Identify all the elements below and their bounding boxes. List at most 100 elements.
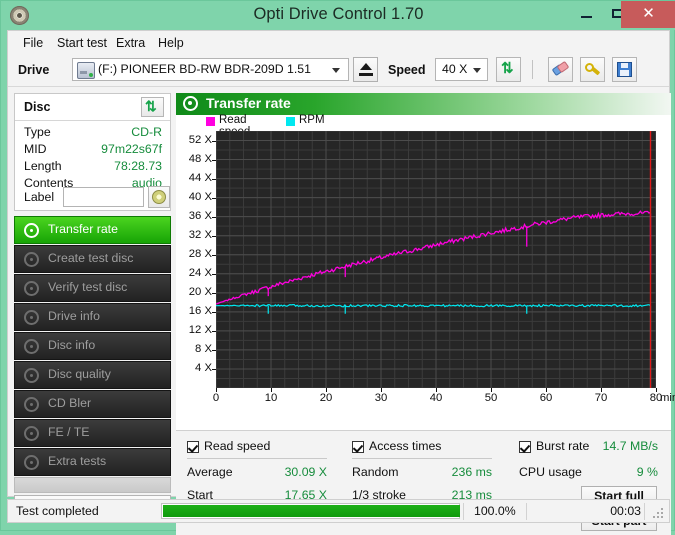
disc-panel-title: Disc xyxy=(24,100,50,114)
drive-select[interactable]: (F:) PIONEER BD-RW BDR-209D 1.51 xyxy=(72,58,349,81)
x-tick xyxy=(326,388,327,392)
disc-icon xyxy=(24,223,39,238)
x-tick xyxy=(271,388,272,392)
tools-button[interactable] xyxy=(580,57,605,82)
disc-refresh-button[interactable]: ⇅ xyxy=(141,97,164,117)
disc-icon xyxy=(24,339,39,354)
disc-row: Length 78:28.73 xyxy=(15,159,170,176)
disc-row: Type CD-R xyxy=(15,125,170,142)
client-area: File Start test Extra Help Drive (F:) PI… xyxy=(7,30,670,497)
random-value: 236 ms xyxy=(422,465,492,479)
chevron-down-icon xyxy=(332,68,340,73)
disc-type-value: CD-R xyxy=(131,125,162,139)
application-window: Opti Drive Control 1.70 ✕ File Start tes… xyxy=(0,0,675,531)
sidebar-item-transfer-rate[interactable]: Transfer rate xyxy=(14,216,171,244)
disc-row: MID 97m22s67f xyxy=(15,142,170,159)
disc-type-label: Type xyxy=(24,125,51,139)
close-button[interactable]: ✕ xyxy=(621,1,675,28)
access-times-checkbox[interactable] xyxy=(352,441,364,453)
x-tick-label: 40 xyxy=(416,392,456,404)
disc-icon xyxy=(24,455,39,470)
eject-button[interactable] xyxy=(353,57,378,82)
sidebar-item-fe-te[interactable]: FE / TE xyxy=(14,419,171,447)
chart-body: Read speed RPM 4 X8 X12 X16 X20 X24 X28 … xyxy=(176,115,671,430)
disc-icon xyxy=(24,252,39,267)
y-tick-label: 28 X xyxy=(189,248,212,260)
x-tick-label: 20 xyxy=(306,392,346,404)
sidebar-item-drive-info[interactable]: Drive info xyxy=(14,303,171,331)
access-times-checkbox-label: Access times xyxy=(369,439,441,453)
disc-icon xyxy=(24,397,39,412)
legend-label-rpm: RPM xyxy=(299,114,325,126)
drive-label: Drive xyxy=(18,63,49,77)
disc-icon xyxy=(24,368,39,383)
status-separator xyxy=(526,503,527,520)
status-separator xyxy=(644,503,645,520)
disc-label-button[interactable] xyxy=(148,186,170,208)
title-bar: Opti Drive Control 1.70 ✕ xyxy=(1,1,675,30)
menu-item-start-test[interactable]: Start test xyxy=(52,35,112,51)
erase-button[interactable] xyxy=(548,57,573,82)
read-speed-checkbox[interactable] xyxy=(187,441,199,453)
x-tick-label: 30 xyxy=(361,392,401,404)
sidebar-item-label: Drive info xyxy=(48,309,100,323)
menu-item-help[interactable]: Help xyxy=(153,35,189,51)
read-speed-checkbox-label: Read speed xyxy=(204,439,270,453)
cpu-usage-label: CPU usage xyxy=(519,465,582,479)
x-tick xyxy=(546,388,547,392)
chart-header: Transfer rate xyxy=(176,93,671,115)
status-separator xyxy=(463,503,464,520)
disc-label-row: Label xyxy=(15,186,170,212)
status-text: Test completed xyxy=(16,504,99,518)
menu-item-file[interactable]: File xyxy=(18,35,48,51)
sidebar-item-create-test-disc[interactable]: Create test disc xyxy=(14,245,171,273)
y-tick-label: 20 X xyxy=(189,286,212,298)
y-tick-label: 44 X xyxy=(189,172,212,184)
sidebar-item-label: Create test disc xyxy=(48,251,133,265)
sidebar-item-disc-info[interactable]: Disc info xyxy=(14,332,171,360)
menu-item-extra[interactable]: Extra xyxy=(111,35,150,51)
y-tick-label: 48 X xyxy=(189,153,212,165)
save-icon xyxy=(617,62,632,77)
sidebar-item-verify-test-disc[interactable]: Verify test disc xyxy=(14,274,171,302)
nav-filler xyxy=(14,477,171,493)
average-value: 30.09 X xyxy=(257,465,327,479)
disc-icon xyxy=(24,281,39,296)
x-tick-label: 0 xyxy=(196,392,236,404)
save-button[interactable] xyxy=(612,57,637,82)
disc-label-icon xyxy=(152,190,166,204)
y-tick-label: 36 X xyxy=(189,210,212,222)
sidebar: Disc ⇅ Type CD-R MID 97m22s67f Length 78… xyxy=(14,93,171,535)
sidebar-item-disc-quality[interactable]: Disc quality xyxy=(14,361,171,389)
nav-list: Transfer rate Create test disc Verify te… xyxy=(14,216,171,519)
toolbar-separator xyxy=(532,60,533,79)
x-tick xyxy=(601,388,602,392)
sidebar-item-label: CD Bler xyxy=(48,396,91,410)
minimize-button[interactable] xyxy=(572,1,602,28)
x-tick-label: 70 xyxy=(581,392,621,404)
speed-label: Speed xyxy=(388,63,426,77)
speed-select[interactable]: 40 X xyxy=(435,58,488,81)
cpu-usage-value: 9 % xyxy=(580,465,658,479)
resize-grip-icon[interactable] xyxy=(653,508,664,519)
disc-mid-label: MID xyxy=(24,142,47,156)
refresh-button[interactable]: ⇅ xyxy=(496,57,521,82)
x-tick xyxy=(656,388,657,392)
sidebar-item-cd-bler[interactable]: CD Bler xyxy=(14,390,171,418)
burst-rate-checkbox[interactable] xyxy=(519,441,531,453)
disc-panel-header: Disc ⇅ xyxy=(15,94,170,121)
x-tick-label: 50 xyxy=(471,392,511,404)
disc-mid-value: 97m22s67f xyxy=(101,142,162,156)
sidebar-item-extra-tests[interactable]: Extra tests xyxy=(14,448,171,476)
average-label: Average xyxy=(187,465,233,479)
sidebar-item-label: Extra tests xyxy=(48,454,106,468)
status-bar: Test completed 100.0% 00:03 xyxy=(7,499,670,523)
disc-length-label: Length xyxy=(24,159,62,173)
random-label: Random xyxy=(352,465,398,479)
x-tick xyxy=(381,388,382,392)
sidebar-item-label: Disc info xyxy=(48,338,95,352)
disc-label-label: Label xyxy=(24,190,54,204)
sidebar-item-label: Verify test disc xyxy=(48,280,127,294)
y-tick-label: 40 X xyxy=(189,191,212,203)
disc-label-input[interactable] xyxy=(63,187,144,207)
